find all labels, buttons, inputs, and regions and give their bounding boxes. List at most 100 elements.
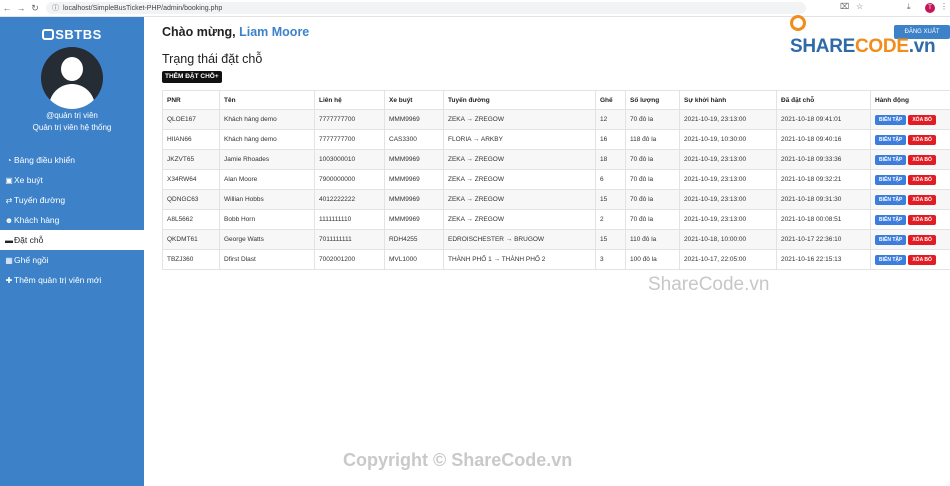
reload-icon[interactable]: ↻ xyxy=(28,3,42,14)
delete-button[interactable]: XÓA BỎ xyxy=(908,114,936,125)
table-row: QDNGC63 Willian Hobbs 4012222222 MMM9969 ZEK… xyxy=(162,189,950,210)
cell-name: Khách hàng demo xyxy=(219,129,315,150)
sidebar-item-dashboard[interactable]: ◔ Bảng điều khiển xyxy=(0,150,144,170)
admin-handle: @quản trị viên xyxy=(46,111,98,120)
col-header-departure: Sự khởi hành xyxy=(679,90,777,110)
cell-actions: BIÊN TẬP XÓA BỎ xyxy=(870,209,950,230)
sidebar-item-routes[interactable]: ⇄ Tuyến đường xyxy=(0,190,144,210)
sidebar-item-add-admin[interactable]: ✚ Thêm quản trị viên mới xyxy=(0,270,144,290)
cell-bus: MMM9969 xyxy=(384,149,444,170)
profile-avatar[interactable]: T xyxy=(925,3,935,13)
sharecode-logo-icon xyxy=(790,15,806,31)
cell-name: Jamie Rhoades xyxy=(219,149,315,170)
cell-route: THÀNH PHỐ 1 → THÀNH PHỐ 2 xyxy=(443,249,596,270)
back-arrow-icon[interactable]: ← xyxy=(0,3,14,13)
cell-route: FLORIA → ARKBY xyxy=(443,129,596,150)
cell-booked-at: 2021-10-18 09:31:30 xyxy=(776,189,871,210)
edit-button[interactable]: BIÊN TẬP xyxy=(875,154,907,165)
add-booking-button[interactable]: THÊM ĐẶT CHỖ+ xyxy=(162,71,222,83)
user-name: Liam Moore xyxy=(239,25,310,39)
cell-booked-at: 2021-10-17 22:36:10 xyxy=(776,229,871,250)
delete-button[interactable]: XÓA BỎ xyxy=(908,234,936,245)
col-header-contact: Liên hệ xyxy=(314,90,385,110)
col-header-route: Tuyến đường xyxy=(443,90,596,110)
cell-seat: 16 xyxy=(595,129,626,150)
info-icon[interactable]: ⓘ xyxy=(52,3,59,13)
edit-button[interactable]: BIÊN TẬP xyxy=(875,254,907,265)
cell-seat: 12 xyxy=(595,109,626,130)
cell-departure: 2021-10-19, 23:13:00 xyxy=(679,169,777,190)
table-row: QLOE167 Khách hàng demo 7777777700 MMM9969 Z… xyxy=(162,109,950,130)
address-bar[interactable]: ⓘ localhost/SimpleBusTicket-PHP/admin/bo… xyxy=(46,2,806,14)
cell-booked-at: 2021-10-18 09:41:01 xyxy=(776,109,871,130)
forward-arrow-icon[interactable]: → xyxy=(14,3,28,13)
cell-amount: 110 đô la xyxy=(625,229,680,250)
cell-route: ZEKA → ZREGOW xyxy=(443,149,596,170)
cell-contact: 1111111110 xyxy=(314,209,385,230)
cell-contact: 1003000010 xyxy=(314,149,385,170)
cell-amount: 70 đô la xyxy=(625,169,680,190)
table-row: A8L5662 Bobb Horn 1111111110 MMM9969 ZEKA → … xyxy=(162,209,950,230)
star-icon[interactable]: ☆ xyxy=(856,2,863,11)
edit-button[interactable]: BIÊN TẬP xyxy=(875,134,907,145)
cell-pnr: A8L5662 xyxy=(162,209,220,230)
cell-departure: 2021-10-18, 10:00:00 xyxy=(679,229,777,250)
download-icon[interactable]: ⤓ xyxy=(907,2,911,12)
menu-dots-icon[interactable]: ⋮ xyxy=(940,2,948,11)
cell-contact: 7011111111 xyxy=(314,229,385,250)
admin-role: Quản trị viên hệ thống xyxy=(32,123,112,132)
cell-amount: 70 đô la xyxy=(625,189,680,210)
col-header-bus: Xe buýt xyxy=(384,90,444,110)
cell-route: ZEKA → ZREGOW xyxy=(443,109,596,130)
grid-icon: ▦ xyxy=(5,255,13,265)
col-header-pnr: PNR xyxy=(162,90,220,110)
cell-amount: 70 đô la xyxy=(625,109,680,130)
sidebar-item-buses[interactable]: ▣ Xe buýt xyxy=(0,170,144,190)
cell-contact: 7002001200 xyxy=(314,249,385,270)
delete-button[interactable]: XÓA BỎ xyxy=(908,134,936,145)
brand[interactable]: SBTBS xyxy=(0,27,144,42)
table-header-row: PNR Tên Liên hệ Xe buýt Tuyến đường Ghế … xyxy=(162,90,950,110)
cell-route: ZEKA → ZREGOW xyxy=(443,189,596,210)
cell-booked-at: 2021-10-18 09:32:21 xyxy=(776,169,871,190)
cell-name: Alan Moore xyxy=(219,169,315,190)
translate-icon[interactable]: ⌧ xyxy=(840,2,849,11)
delete-button[interactable]: XÓA BỎ xyxy=(908,174,936,185)
edit-button[interactable]: BIÊN TẬP xyxy=(875,194,907,205)
cell-departure: 2021-10-19, 10:30:00 xyxy=(679,129,777,150)
cell-departure: 2021-10-17, 22:05:00 xyxy=(679,249,777,270)
user-silhouette-icon xyxy=(61,57,83,81)
cell-contact: 7900000000 xyxy=(314,169,385,190)
cell-bus: RDH4255 xyxy=(384,229,444,250)
table-row: TBZJ360 Dfirst Dlast 7002001200 MVL1000 THÀN… xyxy=(162,249,950,270)
edit-button[interactable]: BIÊN TẬP xyxy=(875,234,907,245)
cell-booked-at: 2021-10-18 09:33:36 xyxy=(776,149,871,170)
edit-button[interactable]: BIÊN TẬP xyxy=(875,174,907,185)
delete-button[interactable]: XÓA BỎ xyxy=(908,254,936,265)
sidebar-item-bookings[interactable]: ▬ Đặt chỗ xyxy=(0,230,144,250)
edit-button[interactable]: BIÊN TẬP xyxy=(875,214,907,225)
sidebar-menu: ◔ Bảng điều khiển ▣ Xe buýt ⇄ Tuyến đường ☻… xyxy=(0,150,144,290)
delete-button[interactable]: XÓA BỎ xyxy=(908,194,936,205)
cell-seat: 6 xyxy=(595,169,626,190)
sidebar-item-seats[interactable]: ▦ Ghế ngồi xyxy=(0,250,144,270)
cell-bus: MMM9969 xyxy=(384,189,444,210)
cell-booked-at: 2021-10-18 00:08:51 xyxy=(776,209,871,230)
cell-actions: BIÊN TẬP XÓA BỎ xyxy=(870,189,950,210)
cell-pnr: JKZVT65 xyxy=(162,149,220,170)
cell-seat: 18 xyxy=(595,149,626,170)
delete-button[interactable]: XÓA BỎ xyxy=(908,154,936,165)
ticket-icon: ▬ xyxy=(5,235,13,245)
bookings-table: PNR Tên Liên hệ Xe buýt Tuyến đường Ghế … xyxy=(162,90,950,270)
dashboard-icon: ◔ xyxy=(6,155,12,165)
delete-button[interactable]: XÓA BỎ xyxy=(908,214,936,225)
sidebar-item-customers[interactable]: ☻ Khách hàng xyxy=(0,210,144,230)
cell-amount: 70 đô la xyxy=(625,209,680,230)
cell-actions: BIÊN TẬP XÓA BỎ xyxy=(870,109,950,130)
sharecode-watermark: ShareCode.vn xyxy=(648,274,770,295)
cell-seat: 15 xyxy=(595,189,626,210)
cell-amount: 118 đô la xyxy=(625,129,680,150)
cell-pnr: QKDMT61 xyxy=(162,229,220,250)
sidebar: SBTBS @quản trị viên Quản trị viên hệ th… xyxy=(0,17,144,486)
edit-button[interactable]: BIÊN TẬP xyxy=(875,114,907,125)
